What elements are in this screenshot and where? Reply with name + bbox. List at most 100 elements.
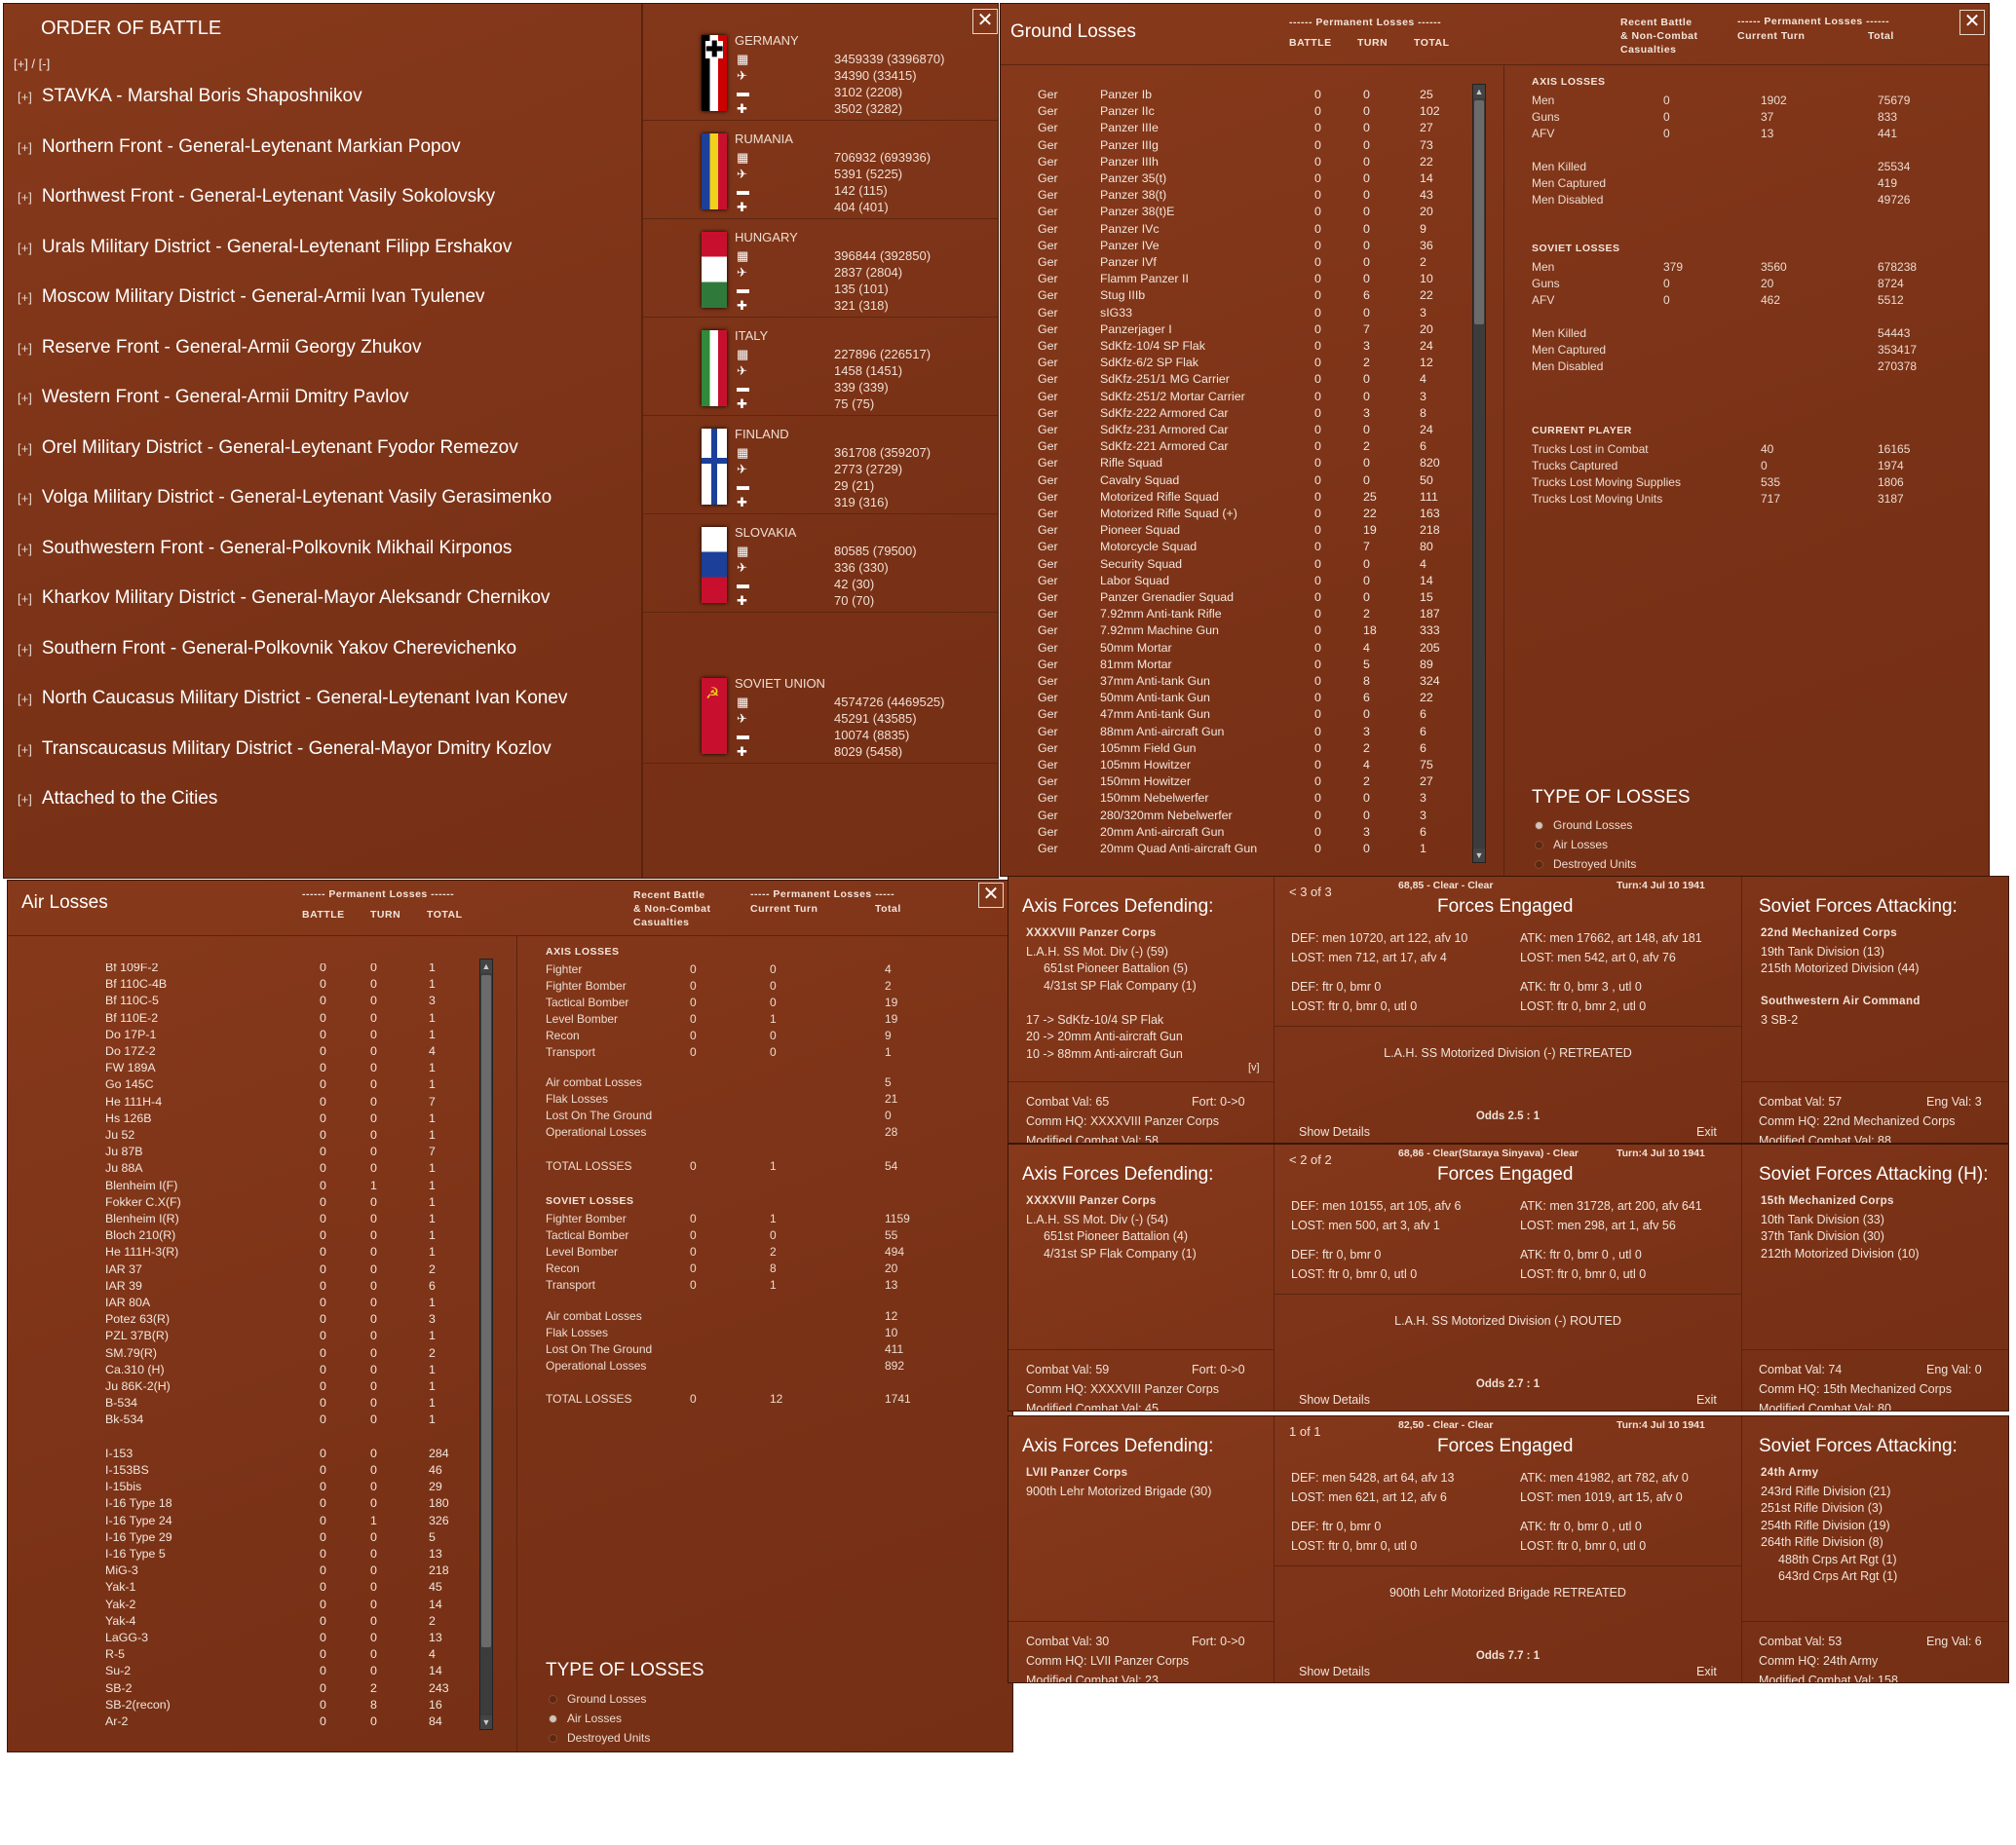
- table-row[interactable]: Ju 52 0 0 1: [8, 1127, 495, 1144]
- table-row[interactable]: Blenheim I(F) 0 1 1: [8, 1178, 495, 1194]
- table-row[interactable]: Su-2 0 0 14: [8, 1663, 495, 1679]
- expand-toggle[interactable]: [+]: [18, 341, 32, 356]
- close-icon[interactable]: ✕: [1959, 10, 1985, 35]
- table-row[interactable]: Ger Panzer IIIg 0 0 73: [1001, 137, 1488, 154]
- table-row[interactable]: Ger 37mm Anti-tank Gun 0 8 324: [1001, 673, 1488, 690]
- battle-navigation[interactable]: < 3 of 3: [1289, 885, 1332, 899]
- expand-toggle[interactable]: [+]: [18, 491, 32, 506]
- table-row[interactable]: Ger SdKfz-251/1 MG Carrier 0 0 4: [1001, 371, 1488, 388]
- table-row[interactable]: Blenheim I(R) 0 0 1: [8, 1211, 495, 1227]
- table-row[interactable]: Ger Panzer 35(t) 0 0 14: [1001, 170, 1488, 187]
- table-row[interactable]: Hs 126B 0 0 1: [8, 1111, 495, 1127]
- table-row[interactable]: Ger Panzer 38(t)E 0 0 20: [1001, 204, 1488, 220]
- expand-collapse-all[interactable]: [+] / [-]: [14, 56, 50, 71]
- scroll-down-icon[interactable]: ▼: [480, 1715, 492, 1729]
- loss-type-radio[interactable]: Ground Losses: [1535, 818, 1632, 832]
- expand-toggle[interactable]: [+]: [18, 190, 32, 205]
- oob-command-item[interactable]: [+] Southwestern Front - General-Polkovni…: [18, 538, 512, 559]
- battle-navigation[interactable]: < 2 of 2: [1289, 1152, 1332, 1167]
- table-row[interactable]: Ger 7.92mm Anti-tank Rifle 0 2 187: [1001, 606, 1488, 622]
- table-row[interactable]: Do 17Z-2 0 0 4: [8, 1043, 495, 1060]
- table-row[interactable]: Ca.310 (H) 0 0 1: [8, 1362, 495, 1378]
- table-row[interactable]: Ger Panzer Ib 0 0 25: [1001, 87, 1488, 103]
- oob-command-item[interactable]: [+] STAVKA - Marshal Boris Shaposhnikov: [18, 86, 362, 107]
- table-row[interactable]: Ju 86K-2(H) 0 0 1: [8, 1378, 495, 1395]
- table-row[interactable]: Bloch 210(R) 0 0 1: [8, 1227, 495, 1244]
- table-row[interactable]: Ger 280/320mm Nebelwerfer 0 0 3: [1001, 808, 1488, 824]
- table-row[interactable]: MiG-3 0 0 218: [8, 1563, 495, 1579]
- air-scrollbar[interactable]: ▲ ▼: [479, 959, 493, 1730]
- exit-button[interactable]: Exit: [1696, 1665, 1717, 1678]
- oob-command-item[interactable]: [+] Orel Military District - General-Leyt…: [18, 437, 518, 459]
- table-row[interactable]: Ger 47mm Anti-tank Gun 0 0 6: [1001, 706, 1488, 723]
- radio-icon[interactable]: [549, 1714, 557, 1724]
- expand-button[interactable]: [v]: [1248, 1062, 1260, 1073]
- table-row[interactable]: Do 17P-1 0 0 1: [8, 1027, 495, 1043]
- table-row[interactable]: Ger Motorized Rifle Squad 0 25 111: [1001, 489, 1488, 506]
- scroll-up-icon[interactable]: ▲: [480, 960, 492, 973]
- expand-toggle[interactable]: [+]: [18, 290, 32, 305]
- close-icon[interactable]: ✕: [972, 9, 998, 34]
- table-row[interactable]: Ju 88A 0 0 1: [8, 1160, 495, 1177]
- oob-command-item[interactable]: [+] Attached to the Cities: [18, 788, 217, 810]
- table-row[interactable]: Ger Panzer IIIe 0 0 27: [1001, 120, 1488, 136]
- table-row[interactable]: Ger Cavalry Squad 0 0 50: [1001, 472, 1488, 489]
- oob-command-item[interactable]: [+] Northern Front - General-Leytenant Ma…: [18, 136, 461, 158]
- loss-type-radio[interactable]: Destroyed Units: [1535, 857, 1636, 871]
- table-row[interactable]: Ger Rifle Squad 0 0 820: [1001, 455, 1488, 471]
- table-row[interactable]: Bf 110C-4B 0 0 1: [8, 976, 495, 993]
- expand-toggle[interactable]: [+]: [18, 642, 32, 657]
- table-row[interactable]: Ger 50mm Mortar 0 4 205: [1001, 640, 1488, 657]
- table-row[interactable]: IAR 39 0 0 6: [8, 1278, 495, 1295]
- table-row[interactable]: Ger Panzer IIIh 0 0 22: [1001, 154, 1488, 170]
- table-row[interactable]: Ger 50mm Anti-tank Gun 0 6 22: [1001, 690, 1488, 706]
- expand-toggle[interactable]: [+]: [18, 742, 32, 757]
- table-row[interactable]: Ger 105mm Howitzer 0 4 75: [1001, 757, 1488, 773]
- table-row[interactable]: Ger 105mm Field Gun 0 2 6: [1001, 740, 1488, 757]
- table-row[interactable]: Ger Flamm Panzer II 0 0 10: [1001, 271, 1488, 287]
- table-row[interactable]: Ger Panzer IIc 0 0 102: [1001, 103, 1488, 120]
- table-row[interactable]: Ger SdKfz-231 Armored Car 0 0 24: [1001, 422, 1488, 438]
- show-details-button[interactable]: Show Details: [1299, 1393, 1370, 1407]
- scroll-up-icon[interactable]: ▲: [1473, 85, 1485, 98]
- table-row[interactable]: Fokker C.X(F) 0 0 1: [8, 1194, 495, 1211]
- table-row[interactable]: Yak-1 0 0 45: [8, 1579, 495, 1596]
- table-row[interactable]: Ger Panzer IVf 0 0 2: [1001, 254, 1488, 271]
- expand-toggle[interactable]: [+]: [18, 692, 32, 706]
- oob-command-item[interactable]: [+] Northwest Front - General-Leytenant V…: [18, 186, 495, 207]
- loss-type-radio[interactable]: Destroyed Units: [549, 1731, 650, 1745]
- table-row[interactable]: Ar-2 0 0 84: [8, 1713, 495, 1730]
- table-row[interactable]: Ger Motorcycle Squad 0 7 80: [1001, 539, 1488, 555]
- oob-command-item[interactable]: [+] North Caucasus Military District - Ge…: [18, 688, 567, 709]
- table-row[interactable]: FW 189A 0 0 1: [8, 1060, 495, 1076]
- exit-button[interactable]: Exit: [1696, 1125, 1717, 1139]
- table-row[interactable]: SB-2 0 2 243: [8, 1680, 495, 1697]
- table-row[interactable]: Ger Security Squad 0 0 4: [1001, 556, 1488, 573]
- table-row[interactable]: B-534 0 0 1: [8, 1395, 495, 1412]
- table-row[interactable]: Ger 20mm Quad Anti-aircraft Gun 0 0 1: [1001, 841, 1488, 857]
- expand-toggle[interactable]: [+]: [18, 90, 32, 104]
- table-row[interactable]: I-15bis 0 0 29: [8, 1479, 495, 1495]
- table-row[interactable]: R-5 0 0 4: [8, 1646, 495, 1663]
- oob-command-item[interactable]: [+] Moscow Military District - General-Ar…: [18, 286, 485, 308]
- table-row[interactable]: I-16 Type 5 0 0 13: [8, 1546, 495, 1563]
- table-row[interactable]: Ger Stug IIIb 0 6 22: [1001, 287, 1488, 304]
- table-row[interactable]: Yak-2 0 0 14: [8, 1597, 495, 1613]
- oob-command-item[interactable]: [+] Volga Military District - General-Ley…: [18, 487, 552, 508]
- table-row[interactable]: Potez 63(R) 0 0 3: [8, 1311, 495, 1328]
- show-details-button[interactable]: Show Details: [1299, 1125, 1370, 1139]
- table-row[interactable]: Ju 87B 0 0 7: [8, 1144, 495, 1160]
- table-row[interactable]: Bk-534 0 0 1: [8, 1412, 495, 1428]
- scroll-thumb[interactable]: [1474, 100, 1484, 324]
- table-row[interactable]: PZL 37B(R) 0 0 1: [8, 1328, 495, 1344]
- table-row[interactable]: SM.79(R) 0 0 2: [8, 1345, 495, 1362]
- table-row[interactable]: Ger 81mm Mortar 0 5 89: [1001, 657, 1488, 673]
- table-row[interactable]: SB-2(recon) 0 8 16: [8, 1697, 495, 1713]
- loss-type-radio[interactable]: Air Losses: [1535, 838, 1608, 851]
- radio-icon[interactable]: [1535, 821, 1543, 831]
- oob-command-item[interactable]: [+] Transcaucasus Military District - Gen…: [18, 738, 552, 760]
- expand-toggle[interactable]: [+]: [18, 542, 32, 556]
- table-row[interactable]: Ger 150mm Howitzer 0 2 27: [1001, 773, 1488, 790]
- table-row[interactable]: IAR 80A 0 0 1: [8, 1295, 495, 1311]
- table-row[interactable]: Ger Panzer IVe 0 0 36: [1001, 238, 1488, 254]
